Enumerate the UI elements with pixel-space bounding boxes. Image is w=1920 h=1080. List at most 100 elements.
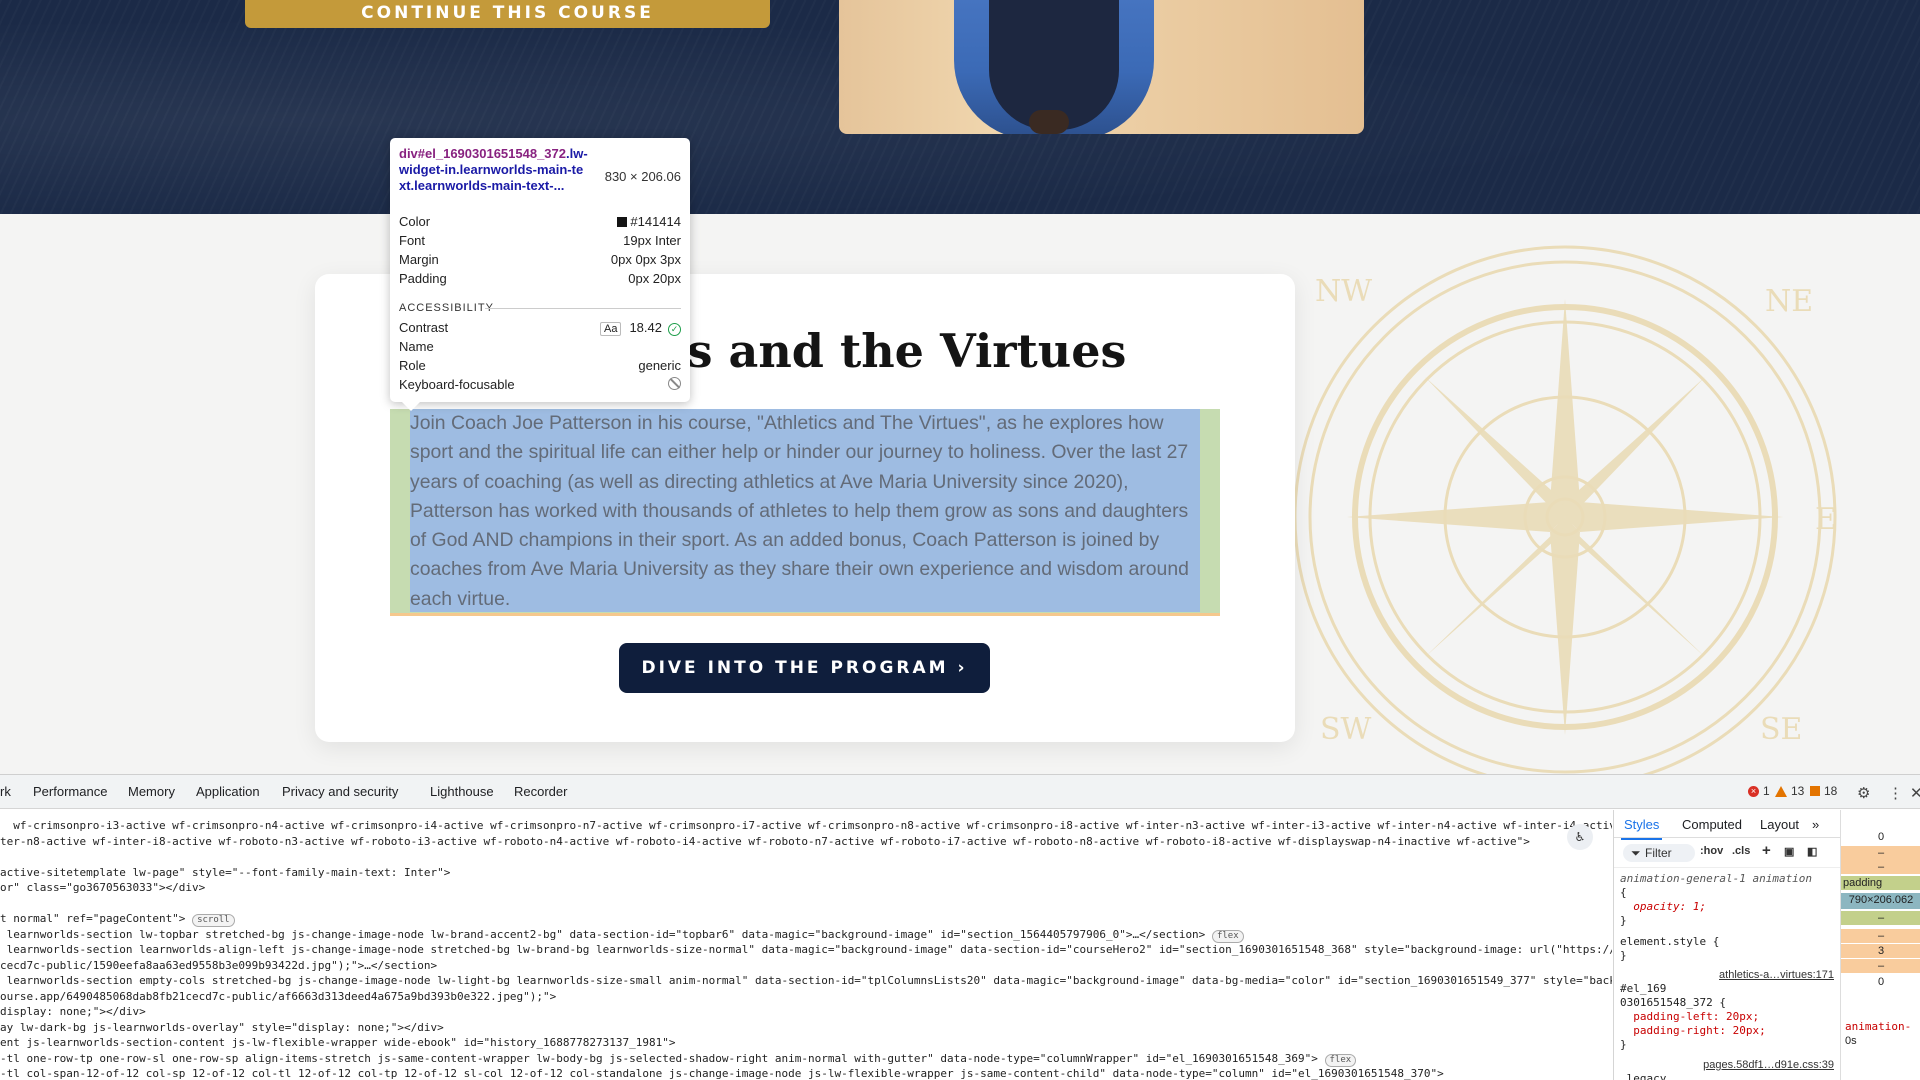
bottom-value[interactable]: 0 xyxy=(1841,975,1920,989)
rule-source-link[interactable]: pages.58df1…d91e.css:39 xyxy=(1703,1058,1834,1072)
dom-line[interactable]: ter-n8-active wf-inter-i8-active wf-robo… xyxy=(0,834,1530,850)
tooltip-row-label: Name xyxy=(399,339,434,354)
gear-icon[interactable]: ⚙ xyxy=(1857,784,1870,802)
margin-bottom-value[interactable]: 3 xyxy=(1841,944,1920,958)
hov-toggle[interactable]: :hov xyxy=(1700,845,1723,857)
styles-filter-input[interactable]: ⏷ Filter xyxy=(1623,844,1695,862)
check-icon: ✓ xyxy=(668,323,681,336)
inspect-element-tooltip: div#el_1690301651548_372.lw-widget-in.le… xyxy=(390,138,690,411)
rule-property[interactable]: padding-right: 20px; xyxy=(1620,1024,1765,1038)
rule-property[interactable]: opacity: 1; xyxy=(1620,900,1706,914)
dom-line[interactable]: display: none;"></div> xyxy=(0,1004,146,1020)
course-description-section: NW NE E SW SE Athletics and the Virtues … xyxy=(0,214,1920,774)
color-swatch-icon xyxy=(617,217,628,227)
dom-line[interactable]: -tl one-row-tp one-row-sl one-row-sp ali… xyxy=(0,1051,1357,1067)
dom-line-text: learnworlds-section lw-topbar stretched-… xyxy=(0,927,1206,941)
dom-line[interactable]: or" class="go3670563033"></div> xyxy=(0,880,205,896)
tab-layout[interactable]: Layout xyxy=(1760,817,1799,832)
warning-icon xyxy=(1775,785,1787,797)
margin-row[interactable]: – xyxy=(1841,846,1920,860)
tooltip-row-label: Padding xyxy=(399,271,447,286)
tooltip-accessibility-heading: ACCESSIBILITY xyxy=(399,302,494,314)
issue-count-value: 18 xyxy=(1824,784,1838,798)
tab-memory[interactable]: Memory xyxy=(128,784,175,799)
close-icon[interactable]: ✕ xyxy=(1910,784,1920,802)
cls-toggle[interactable]: .cls xyxy=(1732,845,1750,857)
compass-label-se: SE xyxy=(1760,712,1802,747)
issue-count[interactable]: 18 xyxy=(1810,784,1837,798)
more-tabs-icon[interactable]: » xyxy=(1812,817,1819,832)
dom-line[interactable]: ent js-learnworlds-section-content js-lw… xyxy=(0,1035,676,1051)
dom-line[interactable]: learnworlds-section learnworlds-align-le… xyxy=(0,942,1612,958)
tooltip-row-margin: Margin 0px 0px 3px xyxy=(399,252,681,270)
devtools-tab-bar: rk Performance Memory Application Privac… xyxy=(0,775,1920,809)
paint-icon[interactable]: ▣ xyxy=(1784,845,1794,858)
dive-into-program-button[interactable]: DIVE INTO THE PROGRAM › xyxy=(619,643,990,693)
tooltip-row-value: #141414 xyxy=(617,214,681,232)
tab-styles[interactable]: Styles xyxy=(1620,817,1663,840)
devtools-panel: rk Performance Memory Application Privac… xyxy=(0,774,1920,1080)
dom-line-text: t normal" ref="pageContent"> xyxy=(0,912,186,925)
more-options-icon[interactable]: ⋮ xyxy=(1888,784,1903,802)
dom-line[interactable]: active-sitetemplate lw-page" style="--fo… xyxy=(0,865,450,881)
tooltip-row-label: Keyboard-focusable xyxy=(399,377,515,392)
accessibility-tree-icon[interactable]: ♿ xyxy=(1567,824,1593,850)
dom-line[interactable]: wf-crimsonpro-i3-active wf-crimsonpro-n4… xyxy=(0,818,1612,834)
rule-brace: } xyxy=(1620,914,1627,927)
dom-line[interactable]: t normal" ref="pageContent"> scroll xyxy=(0,911,235,927)
tooltip-row-role: Role generic xyxy=(399,358,681,376)
tab-recorder[interactable]: Recorder xyxy=(514,784,567,799)
tooltip-row-keyboard: Keyboard-focusable xyxy=(399,377,681,395)
margin-row[interactable]: – xyxy=(1841,860,1920,874)
elements-tree[interactable]: wf-crimsonpro-i3-active wf-crimsonpro-n4… xyxy=(0,810,1612,1080)
error-count[interactable]: × 1 xyxy=(1748,784,1770,798)
compass-label-ne: NE xyxy=(1765,284,1813,319)
contrast-value: 18.42 xyxy=(629,320,662,335)
dom-line[interactable]: ourse.app/6490485068dab8fb21cecd7c-publi… xyxy=(0,989,556,1005)
warning-count[interactable]: 13 xyxy=(1775,784,1804,798)
dom-line[interactable]: cecd7c-public/1590eefa8aa63ed9558b3e099b… xyxy=(0,958,437,974)
tooltip-row-value: 19px Inter xyxy=(623,233,681,248)
tooltip-row-font: Font 19px Inter xyxy=(399,233,681,251)
rule-brace: } xyxy=(1620,949,1627,962)
tooltip-divider xyxy=(485,308,681,309)
dom-line[interactable]: learnworlds-section lw-topbar stretched-… xyxy=(0,927,1244,943)
sidebar-toggle-icon[interactable]: ◧ xyxy=(1807,845,1817,858)
tab-privacy-security[interactable]: Privacy and security xyxy=(282,784,398,799)
tooltip-size: 830 × 206.06 xyxy=(604,169,681,184)
tooltip-row-value: Aa 18.42 ✓ xyxy=(599,320,681,338)
padding-row[interactable]: – xyxy=(1841,911,1920,925)
tooltip-row-value: generic xyxy=(638,358,681,373)
flex-badge[interactable]: flex xyxy=(1211,929,1244,943)
tab-network[interactable]: rk xyxy=(0,784,11,799)
tab-application[interactable]: Application xyxy=(196,784,260,799)
warning-count-value: 13 xyxy=(1791,784,1805,798)
margin-top-value[interactable]: 0 xyxy=(1841,830,1920,844)
scroll-badge[interactable]: scroll xyxy=(192,914,235,927)
flex-badge[interactable]: flex xyxy=(1324,1053,1357,1067)
tooltip-row-contrast: Contrast Aa 18.42 ✓ xyxy=(399,320,681,338)
padding-label: padding xyxy=(1841,876,1920,890)
dom-line[interactable]: -tl col-span-12-of-12 col-sp 12-of-12 co… xyxy=(0,1066,1444,1080)
rule-source-link[interactable]: athletics-a…virtues:171 xyxy=(1719,968,1834,982)
tab-lighthouse[interactable]: Lighthouse xyxy=(430,784,494,799)
tooltip-selector: div#el_1690301651548_372.lw-widget-in.le… xyxy=(399,146,589,194)
tab-computed[interactable]: Computed xyxy=(1682,817,1742,832)
content-size[interactable]: 790×206.062 xyxy=(1841,893,1920,909)
margin-row[interactable]: – xyxy=(1841,959,1920,973)
margin-row[interactable]: – xyxy=(1841,929,1920,943)
rule-brace: } xyxy=(1620,1038,1627,1051)
rule-property[interactable]: padding-left: 20px; xyxy=(1620,1010,1759,1024)
dom-line[interactable]: learnworlds-section empty-cols stretched… xyxy=(0,973,1612,989)
tooltip-row-label: Contrast xyxy=(399,320,449,335)
styles-tab-bar: Styles Computed Layout » xyxy=(1614,810,1841,840)
instructor-hands xyxy=(1029,110,1069,134)
continue-course-button[interactable]: CONTINUE THIS COURSE xyxy=(245,0,770,28)
dom-line[interactable]: ay lw-dark-bg js-learnworlds-overlay" st… xyxy=(0,1020,444,1036)
box-model-pane: 0 – – padding 790×206.062 – – 3 – 0 anim… xyxy=(1840,810,1920,1080)
tab-performance[interactable]: Performance xyxy=(33,784,107,799)
issues-icon xyxy=(1810,786,1820,796)
contrast-aa-badge: Aa xyxy=(599,322,622,336)
animation-property: animation- xyxy=(1845,1020,1912,1033)
new-rule-icon[interactable]: + xyxy=(1762,842,1771,859)
